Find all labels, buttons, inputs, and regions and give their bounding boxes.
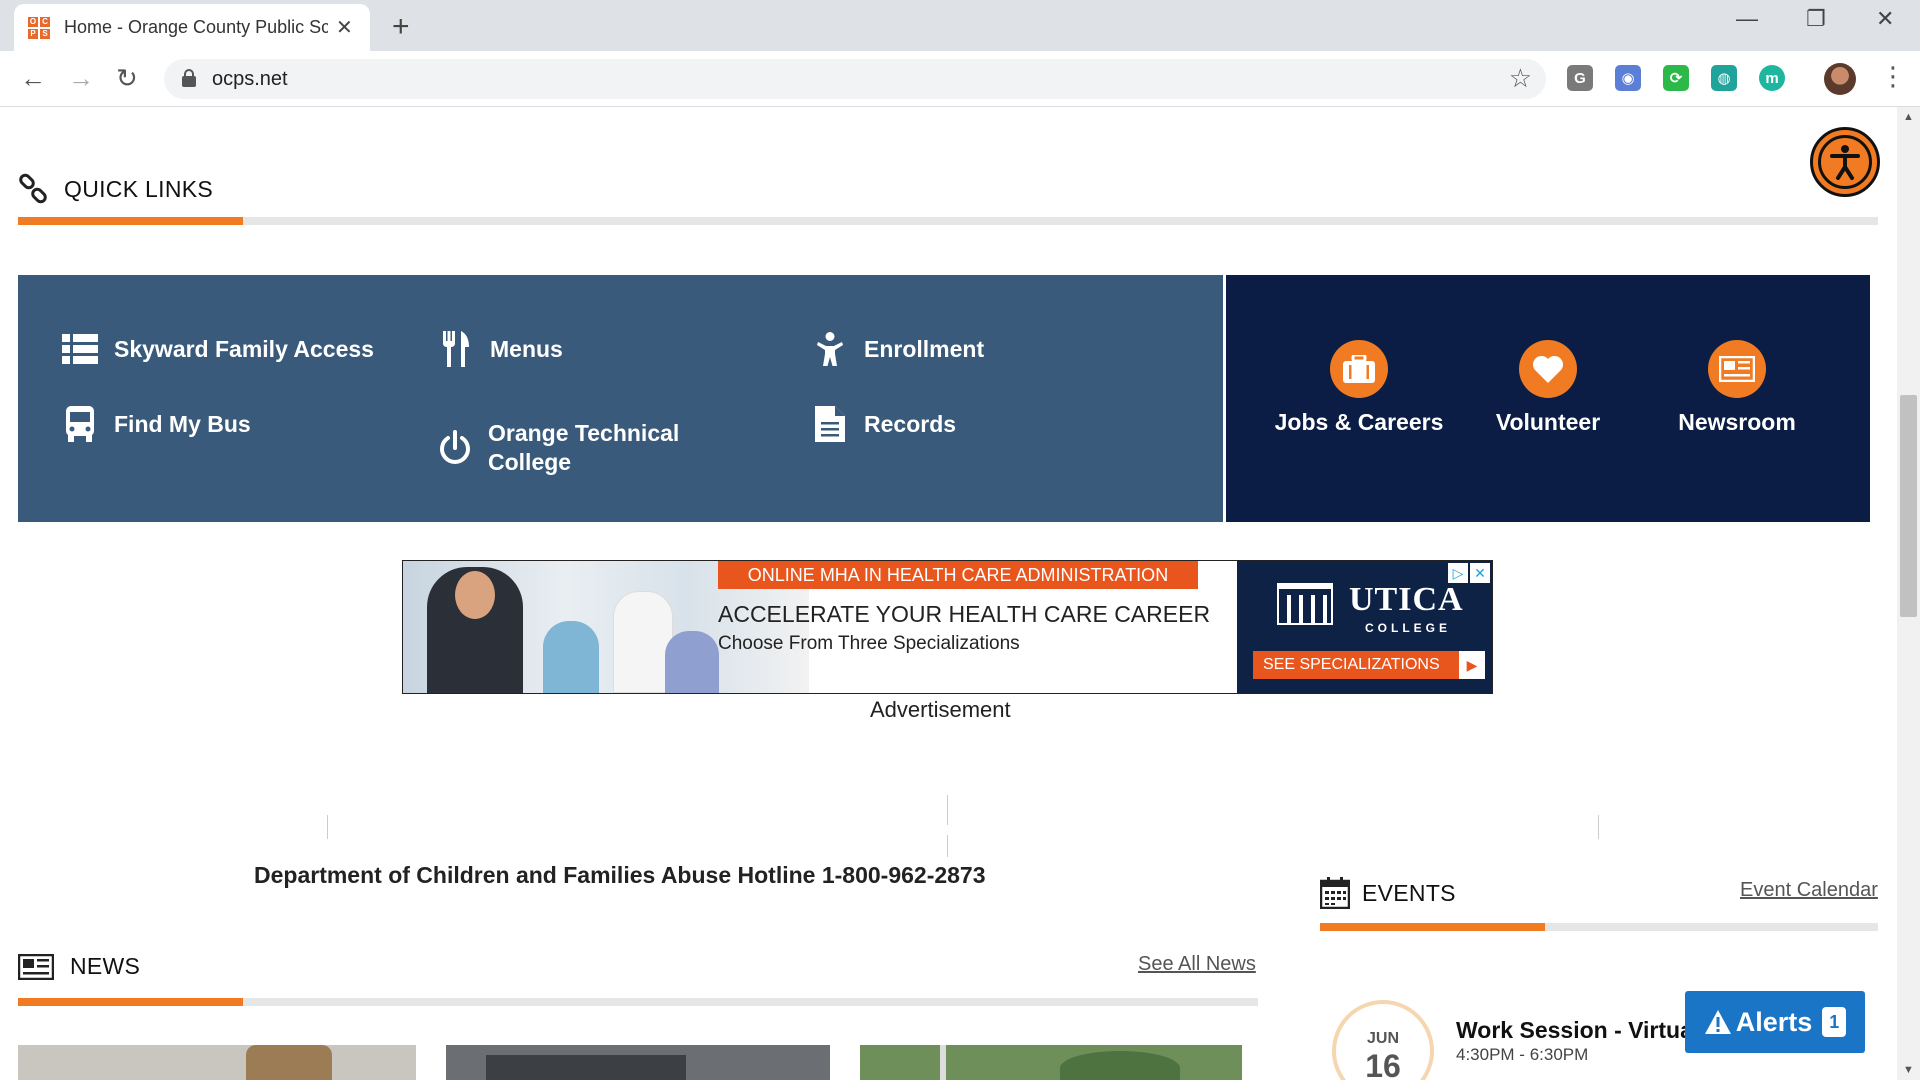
- child-icon: [812, 331, 848, 367]
- newspaper-icon: [1708, 340, 1766, 398]
- events-header: EVENTS: [1320, 877, 1456, 909]
- page-scrollbar[interactable]: ▲ ▼: [1897, 107, 1920, 1080]
- browser-toolbar: ← → ↻ ocps.net ☆ G ◉ ⟳ ◍ m ⋮: [0, 51, 1920, 107]
- ad-cta-button[interactable]: SEE SPECIALIZATIONS: [1253, 651, 1463, 679]
- address-url[interactable]: ocps.net: [212, 68, 288, 91]
- jobs-careers-link[interactable]: Jobs & Careers: [1264, 340, 1454, 437]
- ad-headline: ACCELERATE YOUR HEALTH CARE CAREER: [718, 601, 1211, 627]
- college-building-icon: [1277, 583, 1333, 625]
- warning-icon: [1704, 1010, 1731, 1034]
- forward-icon[interactable]: →: [68, 63, 94, 94]
- ad-brand-sub: COLLEGE: [1365, 621, 1452, 635]
- new-tab-icon[interactable]: +: [392, 10, 410, 44]
- power-icon: [438, 430, 472, 466]
- ad-choices[interactable]: ▷ ✕: [1448, 563, 1490, 583]
- accessibility-button[interactable]: [1810, 127, 1880, 197]
- volunteer-link[interactable]: Volunteer: [1453, 340, 1643, 437]
- news-underline: [18, 998, 1258, 1006]
- event-date-badge: JUN 16: [1332, 1000, 1434, 1080]
- window-close-icon[interactable]: ✕: [1876, 6, 1894, 32]
- ad-brand-name: UTICA: [1349, 581, 1464, 618]
- lock-icon: [182, 69, 196, 87]
- divider: [327, 815, 328, 839]
- scroll-up-icon[interactable]: ▲: [1903, 111, 1914, 123]
- quick-links-title: QUICK LINKS: [64, 175, 214, 202]
- tab-close-icon[interactable]: ✕: [336, 15, 353, 40]
- news-card-thumbnail[interactable]: [446, 1045, 830, 1080]
- camera-extension-icon[interactable]: ◉: [1615, 65, 1641, 91]
- briefcase-icon: [1330, 340, 1388, 398]
- accessibility-icon: [1818, 135, 1872, 189]
- link-chain-icon: [19, 173, 47, 204]
- quick-link-skyward[interactable]: Skyward Family Access: [62, 331, 374, 367]
- calendar-icon: [1320, 877, 1350, 909]
- event-title[interactable]: Work Session - Virtual: [1456, 1017, 1696, 1044]
- minimize-icon[interactable]: —: [1736, 6, 1758, 32]
- ad-close-icon[interactable]: ✕: [1470, 563, 1490, 583]
- news-card-thumbnail[interactable]: [860, 1045, 1242, 1080]
- scrollbar-thumb[interactable]: [1900, 395, 1917, 617]
- heart-icon: [1519, 340, 1577, 398]
- bus-icon: [62, 406, 98, 442]
- scroll-down-icon[interactable]: ▼: [1903, 1064, 1914, 1076]
- featured-links-panel: Jobs & Careers Volunteer Newsroom: [1226, 275, 1870, 522]
- utensils-icon: [438, 331, 474, 367]
- alerts-count-badge: 1: [1822, 1007, 1847, 1037]
- tab-title: Home - Orange County Public Sc: [64, 17, 328, 37]
- alerts-label: Alerts: [1735, 1006, 1813, 1037]
- newsroom-link[interactable]: Newsroom: [1642, 340, 1832, 437]
- list-icon: [62, 331, 98, 367]
- divider: [947, 795, 948, 825]
- quick-links-header: QUICK LINKS: [18, 173, 213, 205]
- ad-banner-text: ONLINE MHA IN HEALTH CARE ADMINISTRATION: [718, 561, 1198, 589]
- divider: [947, 835, 948, 857]
- m-extension-icon[interactable]: m: [1759, 65, 1785, 91]
- quick-link-orange-technical-college[interactable]: Orange Technical College: [438, 419, 698, 477]
- event-time: 4:30PM - 6:30PM: [1456, 1045, 1589, 1064]
- newspaper-icon: [18, 953, 54, 980]
- divider: [1598, 815, 1599, 839]
- events-title: EVENTS: [1362, 879, 1456, 906]
- address-bar[interactable]: ocps.net ☆: [164, 59, 1546, 99]
- alerts-button[interactable]: Alerts 1: [1685, 991, 1865, 1053]
- globe-extension-icon[interactable]: ◍: [1711, 65, 1737, 91]
- profile-avatar[interactable]: [1824, 63, 1856, 95]
- reload-icon[interactable]: ↻: [116, 63, 138, 94]
- quick-links-underline: [18, 217, 1878, 225]
- quick-link-records[interactable]: Records: [812, 406, 956, 442]
- browser-tab-active[interactable]: O C P S Home - Orange County Public Sc ✕: [14, 4, 370, 51]
- quick-link-enrollment[interactable]: Enrollment: [812, 331, 984, 367]
- browser-menu-icon[interactable]: ⋮: [1880, 61, 1906, 92]
- ad-subline: Choose From Three Specializations: [718, 633, 1020, 654]
- browser-tab-bar: O C P S Home - Orange County Public Sc ✕…: [0, 0, 1920, 51]
- g-extension-icon[interactable]: G: [1567, 65, 1593, 91]
- quick-link-find-my-bus[interactable]: Find My Bus: [62, 406, 251, 442]
- see-all-news-link[interactable]: See All News: [1138, 953, 1256, 976]
- refresh-extension-icon[interactable]: ⟳: [1663, 65, 1689, 91]
- play-arrow-icon[interactable]: ▶: [1459, 651, 1485, 679]
- event-calendar-link[interactable]: Event Calendar: [1740, 879, 1878, 902]
- abuse-hotline-text: Department of Children and Families Abus…: [254, 862, 986, 888]
- advertisement-banner[interactable]: ONLINE MHA IN HEALTH CARE ADMINISTRATION…: [402, 560, 1493, 694]
- quick-link-menus[interactable]: Menus: [438, 331, 563, 367]
- document-icon: [812, 406, 848, 442]
- advertisement-label: Advertisement: [870, 697, 1011, 722]
- ocps-favicon-icon: O C P S: [28, 16, 50, 39]
- bookmark-star-icon[interactable]: ☆: [1509, 63, 1532, 94]
- quick-links-panel: Skyward Family Access Menus Enrollment F…: [18, 275, 1223, 522]
- news-header: NEWS: [18, 953, 140, 980]
- back-icon[interactable]: ←: [20, 63, 46, 94]
- restore-icon[interactable]: ❐: [1806, 6, 1826, 32]
- events-underline: [1320, 923, 1878, 931]
- page-content: QUICK LINKS Skyward Family Access Menus …: [0, 107, 1897, 1080]
- news-title: NEWS: [70, 953, 141, 979]
- adchoices-icon[interactable]: ▷: [1448, 563, 1468, 583]
- news-card-thumbnail[interactable]: [18, 1045, 416, 1080]
